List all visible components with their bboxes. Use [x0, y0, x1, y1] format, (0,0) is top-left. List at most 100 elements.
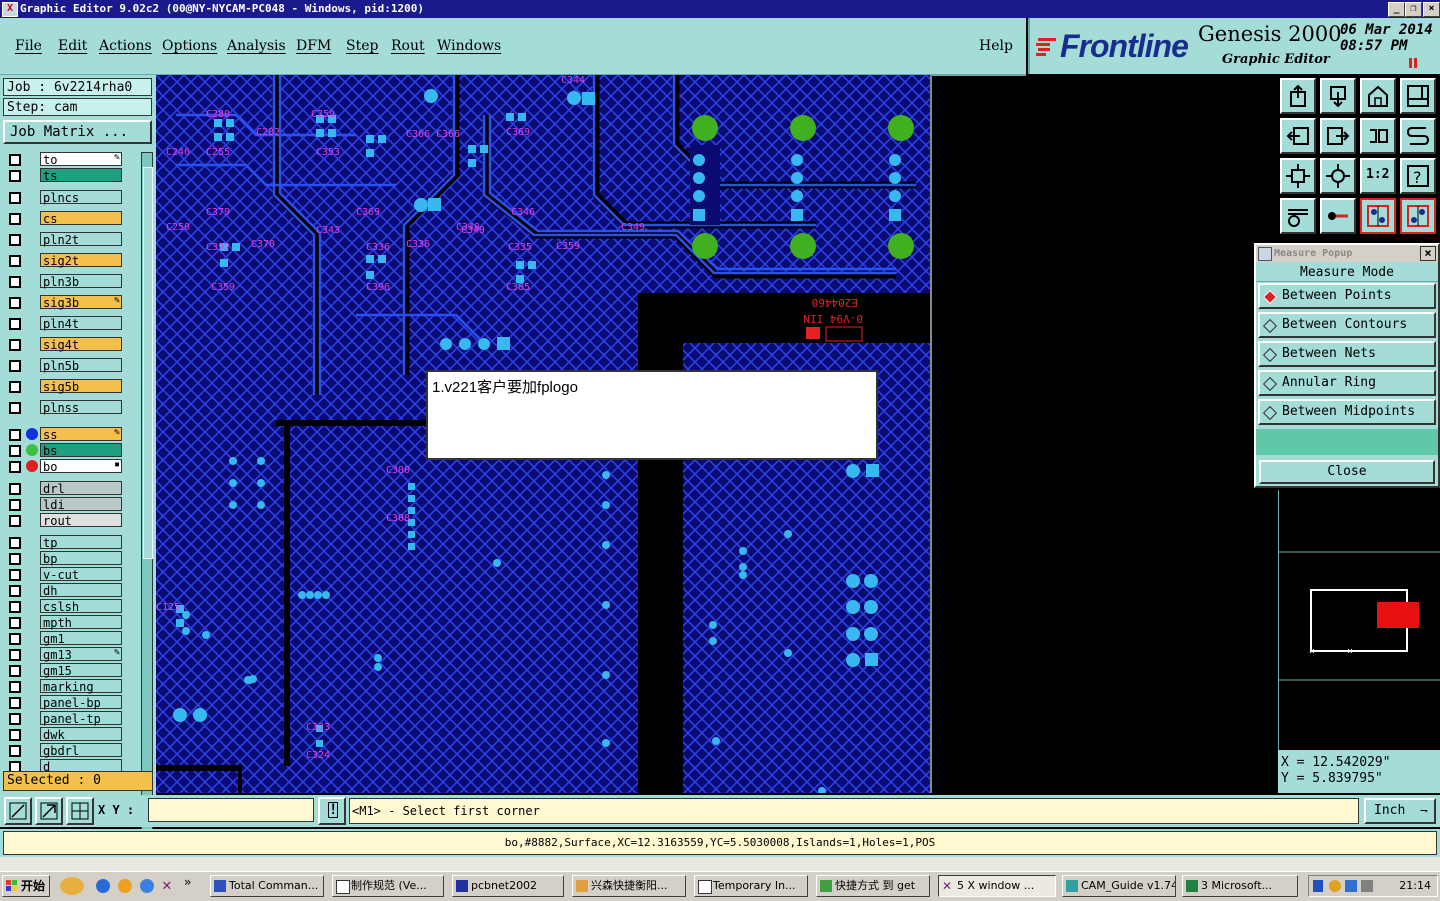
layer-row[interactable]: plncs	[4, 190, 140, 205]
layer-checkbox[interactable]	[9, 553, 21, 565]
menu-options[interactable]: Options	[162, 38, 217, 54]
layer-name[interactable]: rout	[40, 513, 122, 528]
layer-checkbox[interactable]	[9, 499, 21, 511]
layer-name[interactable]: plncs	[40, 190, 122, 205]
layer-row[interactable]: drl	[4, 481, 140, 496]
layer-name[interactable]: bo	[40, 459, 122, 474]
layer-checkbox[interactable]	[9, 633, 21, 645]
task-pcbnet[interactable]: pcbnet2002	[452, 875, 564, 897]
layer-checkbox[interactable]	[9, 515, 21, 527]
layer-name[interactable]: gm15	[40, 663, 122, 678]
layer-color-dot[interactable]	[26, 444, 38, 456]
layer-checkbox[interactable]	[9, 601, 21, 613]
layer-row[interactable]: cslsh	[4, 599, 140, 614]
zoom-center-button[interactable]	[1320, 158, 1356, 194]
layer-name[interactable]: dwk	[40, 727, 122, 742]
layer-name[interactable]: gbdrl	[40, 743, 122, 758]
layer-row[interactable]: marking	[4, 679, 140, 694]
graphic-canvas[interactable]: C280 C282 C259 C366 C366 C246 C255 C353 C369 C34…	[156, 75, 932, 793]
close-window-button[interactable]: ×	[1423, 2, 1440, 17]
x-app-icon[interactable]: ✕	[162, 875, 172, 894]
layer-row[interactable]: sig3b ✎	[4, 295, 140, 310]
layer-row[interactable]: gbdrl	[4, 743, 140, 758]
measure-close-button[interactable]: Close	[1259, 460, 1435, 484]
layer-row[interactable]: mpth	[4, 615, 140, 630]
task-shortcut[interactable]: 快捷方式 到 get	[816, 875, 930, 897]
layer-checkbox[interactable]	[9, 665, 21, 677]
layer-checkbox[interactable]	[9, 569, 21, 581]
option-between-points[interactable]: Between Points	[1258, 283, 1436, 309]
task-x-window[interactable]: ✕ 5 X window ...	[938, 875, 1056, 897]
layer-name[interactable]: cs	[40, 211, 122, 226]
option-between-contours[interactable]: Between Contours	[1258, 312, 1436, 338]
option-between-midpoints[interactable]: Between Midpoints	[1258, 399, 1436, 425]
home-view-button[interactable]	[1360, 78, 1396, 114]
layer-row[interactable]: ldi	[4, 497, 140, 512]
task-spec-doc[interactable]: 制作规范 (Ve...	[332, 875, 444, 897]
layer-name[interactable]: gm1	[40, 631, 122, 646]
task-xingsen[interactable]: 兴森快捷衡阳...	[572, 875, 686, 897]
layer-row[interactable]: pln4t	[4, 316, 140, 331]
undo-view-button[interactable]	[1360, 118, 1396, 154]
layer-row[interactable]: cs	[4, 211, 140, 226]
menu-help[interactable]: Help	[979, 38, 1013, 54]
layer-row[interactable]: bo ▪	[4, 459, 140, 474]
zoom-box-button[interactable]	[4, 797, 32, 825]
layer-name[interactable]: ss	[40, 427, 122, 442]
layer-checkbox[interactable]	[9, 745, 21, 757]
xy-input[interactable]	[148, 798, 314, 822]
layer-checkbox[interactable]	[9, 429, 21, 441]
layer-row[interactable]: tp	[4, 535, 140, 550]
layer-row[interactable]: dwk	[4, 727, 140, 742]
layer-name[interactable]: ldi	[40, 497, 122, 512]
zoom-fit-button[interactable]	[1280, 158, 1316, 194]
layer-checkbox[interactable]	[9, 729, 21, 741]
layer-name[interactable]: to	[40, 152, 122, 167]
snap-button[interactable]	[1360, 198, 1396, 234]
zoom-area-button[interactable]	[35, 797, 63, 825]
layer-color-dot[interactable]	[26, 428, 38, 440]
option-between-nets[interactable]: Between Nets	[1258, 341, 1436, 367]
layer-checkbox[interactable]	[9, 649, 21, 661]
menu-analysis[interactable]: Analysis	[227, 38, 286, 54]
layer-checkbox[interactable]	[9, 537, 21, 549]
layer-row[interactable]: bs	[4, 443, 140, 458]
redraw-button[interactable]	[1400, 118, 1436, 154]
network-icon[interactable]	[1361, 880, 1373, 892]
layer-checkbox[interactable]	[9, 697, 21, 709]
layer-name[interactable]: gm13	[40, 647, 122, 662]
app-icon-3[interactable]	[140, 879, 154, 893]
overview-map[interactable]: × ×	[1278, 490, 1440, 750]
pause-icon[interactable]	[1408, 58, 1418, 68]
layer-name[interactable]: v-cut	[40, 567, 122, 582]
task-total-commander[interactable]: Total Comman...	[210, 875, 324, 897]
layer-checkbox[interactable]	[9, 461, 21, 473]
palette-button[interactable]	[1280, 198, 1316, 234]
tray-icon-1[interactable]	[1329, 880, 1341, 892]
layer-name[interactable]: pln4t	[40, 316, 122, 331]
task-cam-guide[interactable]: CAM_Guide v1.74	[1062, 875, 1176, 897]
layer-name[interactable]: plnss	[40, 400, 122, 415]
menu-actions[interactable]: Actions	[99, 38, 152, 54]
layer-row[interactable]: rout	[4, 513, 140, 528]
layer-checkbox[interactable]	[9, 681, 21, 693]
layer-row[interactable]: panel-tp	[4, 711, 140, 726]
layer-checkbox[interactable]	[9, 713, 21, 725]
job-matrix-button[interactable]: Job Matrix ...	[3, 120, 152, 144]
layer-row[interactable]: sig2t	[4, 253, 140, 268]
minimize-button[interactable]: _	[1388, 2, 1405, 17]
more-icon[interactable]: »	[184, 875, 191, 889]
ie-icon[interactable]	[96, 879, 110, 893]
layer-name[interactable]: pln2t	[40, 232, 122, 247]
open-step-button[interactable]	[1280, 78, 1316, 114]
app-icon-2[interactable]	[118, 879, 132, 893]
layer-checkbox[interactable]	[9, 381, 21, 393]
zoom-ratio-button[interactable]: 1:2	[1360, 158, 1396, 194]
layer-name[interactable]: pln5b	[40, 358, 122, 373]
layer-name[interactable]: ts	[40, 168, 122, 183]
layer-name[interactable]: mpth	[40, 615, 122, 630]
layer-checkbox[interactable]	[9, 276, 21, 288]
layer-name[interactable]: pln3b	[40, 274, 122, 289]
layer-name[interactable]: bs	[40, 443, 122, 458]
layer-row[interactable]: panel-bp	[4, 695, 140, 710]
